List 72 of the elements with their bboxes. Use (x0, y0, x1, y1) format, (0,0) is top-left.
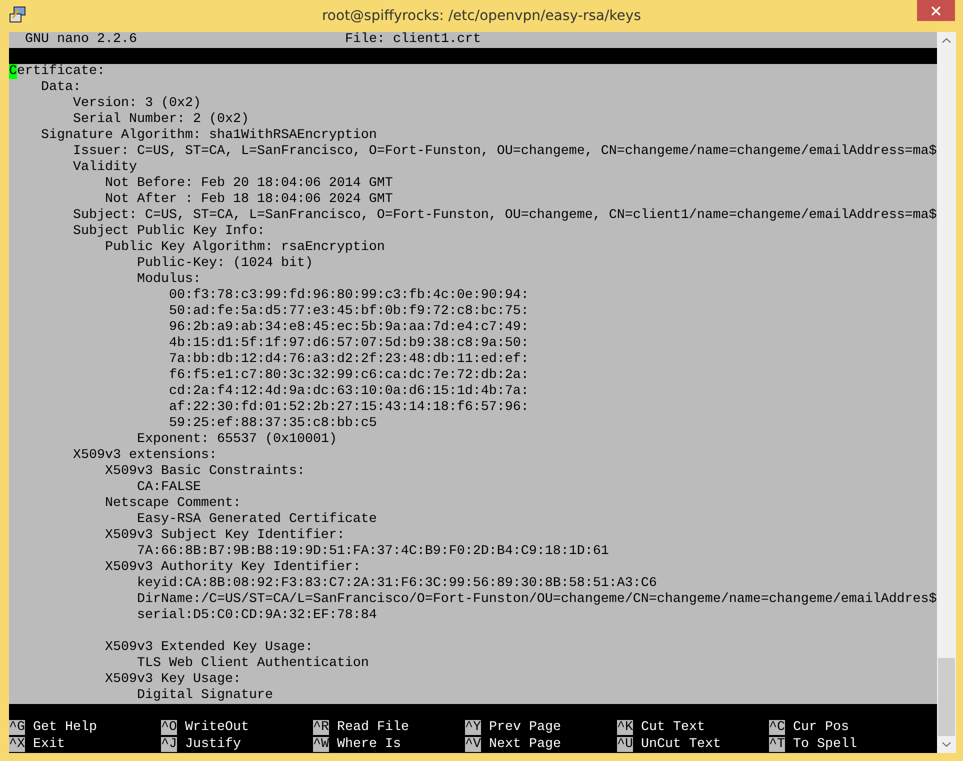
scroll-thumb[interactable] (938, 658, 955, 736)
text-line: X509v3 extensions: (73, 448, 217, 463)
shortcut-label: Cut Text (641, 720, 705, 735)
text-line: 7A:66:8B:B7:9B:B8:19:9D:51:FA:37:4C:B9:F0:2D:B4:C9:18:1D:61 (136, 544, 609, 559)
shortcut-label: Read File (337, 720, 409, 735)
text-line: Netscape Comment: (104, 496, 241, 511)
text-line: X509v3 Extended Key Usage: (104, 640, 313, 655)
text-line: TLS Web Client Authentication (136, 656, 369, 671)
text-line: 59:25:ef:88:37:35:c8:bb:c5 (168, 416, 377, 431)
text-line: Subject: C=US, ST=CA, L=SanFrancisco, O=Fort-Funston, OU=changeme, CN=client1/name=changeme/emailAddress=ma$ (73, 208, 937, 223)
text-line: Serial Number: 2 (0x2) (73, 112, 249, 127)
shortcut-label: WriteOut (185, 720, 249, 735)
text-line: X509v3 Key Usage: (104, 672, 241, 687)
text-line: Public-Key: (1024 bit) (136, 256, 313, 271)
text-line: f6:f5:e1:c7:80:3c:32:99:c6:ca:dc:7e:72:db:2a: (168, 368, 529, 383)
shortcut-label: UnCut Text (641, 736, 721, 752)
shortcut-key: ^V (465, 736, 481, 752)
text-line: Digital Signature (136, 688, 273, 703)
shortcut-key: ^X (9, 736, 25, 752)
shortcut-label: Justify (185, 736, 241, 752)
text-line: Public Key Algorithm: rsaEncryption (104, 240, 385, 255)
text-line: X509v3 Subject Key Identifier: (104, 528, 345, 543)
scrollbar[interactable] (937, 32, 956, 753)
text-line: DirName:/C=US/ST=CA/L=SanFrancisco/O=Fort-Funston/OU=changeme/CN=changeme/name=changeme/emailAddres$ (136, 592, 937, 607)
text-line: 96:2b:a9:ab:34:e8:45:ec:5b:9a:aa:7d:e4:c7:49: (168, 320, 529, 335)
text-line: serial:D5:C0:CD:9A:32:EF:78:84 (136, 608, 377, 623)
text-line: X509v3 Basic Constraints: (104, 464, 305, 479)
window-title: root@spiffyrocks: /etc/openvpn/easy-rsa/keys (322, 6, 641, 26)
text-line: Data: (41, 80, 81, 95)
shortcut-key: ^G (9, 720, 25, 735)
shortcut-label: Cur Pos (793, 720, 849, 735)
shortcut-label: Where Is (337, 736, 401, 752)
text-cursor: C (9, 64, 17, 79)
file-name: File: client1.crt (344, 32, 481, 48)
text-line: X509v3 Authority Key Identifier: (104, 560, 361, 575)
shortcut-key: ^W (313, 736, 329, 752)
shortcut-label: To Spell (793, 736, 857, 752)
shortcut-label: Get Help (33, 720, 97, 735)
text-line: 00:f3:78:c3:99:fd:96:80:99:c3:fb:4c:0e:90:94: (168, 288, 529, 303)
text-line: Subject Public Key Info: (73, 224, 265, 239)
shortcut-key: ^K (617, 720, 633, 735)
close-button[interactable] (917, 0, 955, 21)
text-line: Issuer: C=US, ST=CA, L=SanFrancisco, O=Fort-Funston, OU=changeme, CN=changeme/name=changeme/emailAddress=ma$ (73, 144, 937, 159)
shortcut-key: ^J (161, 736, 177, 752)
text-line: keyid:CA:8B:08:92:F3:83:C7:2A:31:F6:3C:99:56:89:30:8B:58:51:A3:C6 (136, 576, 657, 591)
text-line: Validity (73, 160, 137, 175)
text-line: Version: 3 (0x2) (73, 96, 201, 111)
shortcut-label: Next Page (489, 736, 561, 752)
close-icon[interactable] (931, 6, 941, 16)
shortcut-label: Prev Page (489, 720, 561, 735)
editor-version: GNU nano 2.2.6 (24, 32, 137, 48)
text-line: Modulus: (136, 272, 201, 287)
text-line: 4b:15:d1:5f:1f:97:d6:57:07:5d:b9:38:c8:9a:50: (168, 336, 529, 351)
text-line: 7a:bb:db:12:d4:76:a3:d2:2f:23:48:db:11:ed:ef: (168, 352, 529, 367)
text-line: ertificate: (17, 64, 105, 79)
shortcut-key: ^U (617, 736, 633, 752)
text-line: Easy-RSA Generated Certificate (136, 512, 377, 527)
text-line: af:22:30:fd:01:52:2b:27:15:43:14:18:f6:57:96: (168, 400, 529, 415)
text-line: Exponent: 65537 (0x10001) (136, 432, 337, 447)
shortcut-key: ^O (161, 720, 177, 735)
shortcut-key: ^R (313, 720, 329, 735)
shortcut-label: Exit (33, 736, 65, 752)
text-line: 50:ad:fe:5a:d5:77:e3:45:bf:0b:f9:72:c8:bc:75: (168, 304, 529, 319)
text-line: CA:FALSE (136, 480, 201, 495)
text-line: Not Before: Feb 20 18:04:06 2014 GMT (104, 176, 393, 191)
text-line: Signature Algorithm: sha1WithRSAEncryption (41, 128, 377, 143)
terminal-app-icon (9, 6, 27, 24)
shortcut-key: ^T (769, 736, 785, 752)
text-line: cd:2a:f4:12:4d:9a:dc:63:10:0a:d6:15:1d:4b:7a: (168, 384, 529, 399)
shortcut-key: ^Y (465, 720, 481, 735)
shortcut-key: ^C (769, 720, 785, 735)
text-line: Not After : Feb 18 18:04:06 2024 GMT (104, 192, 393, 207)
